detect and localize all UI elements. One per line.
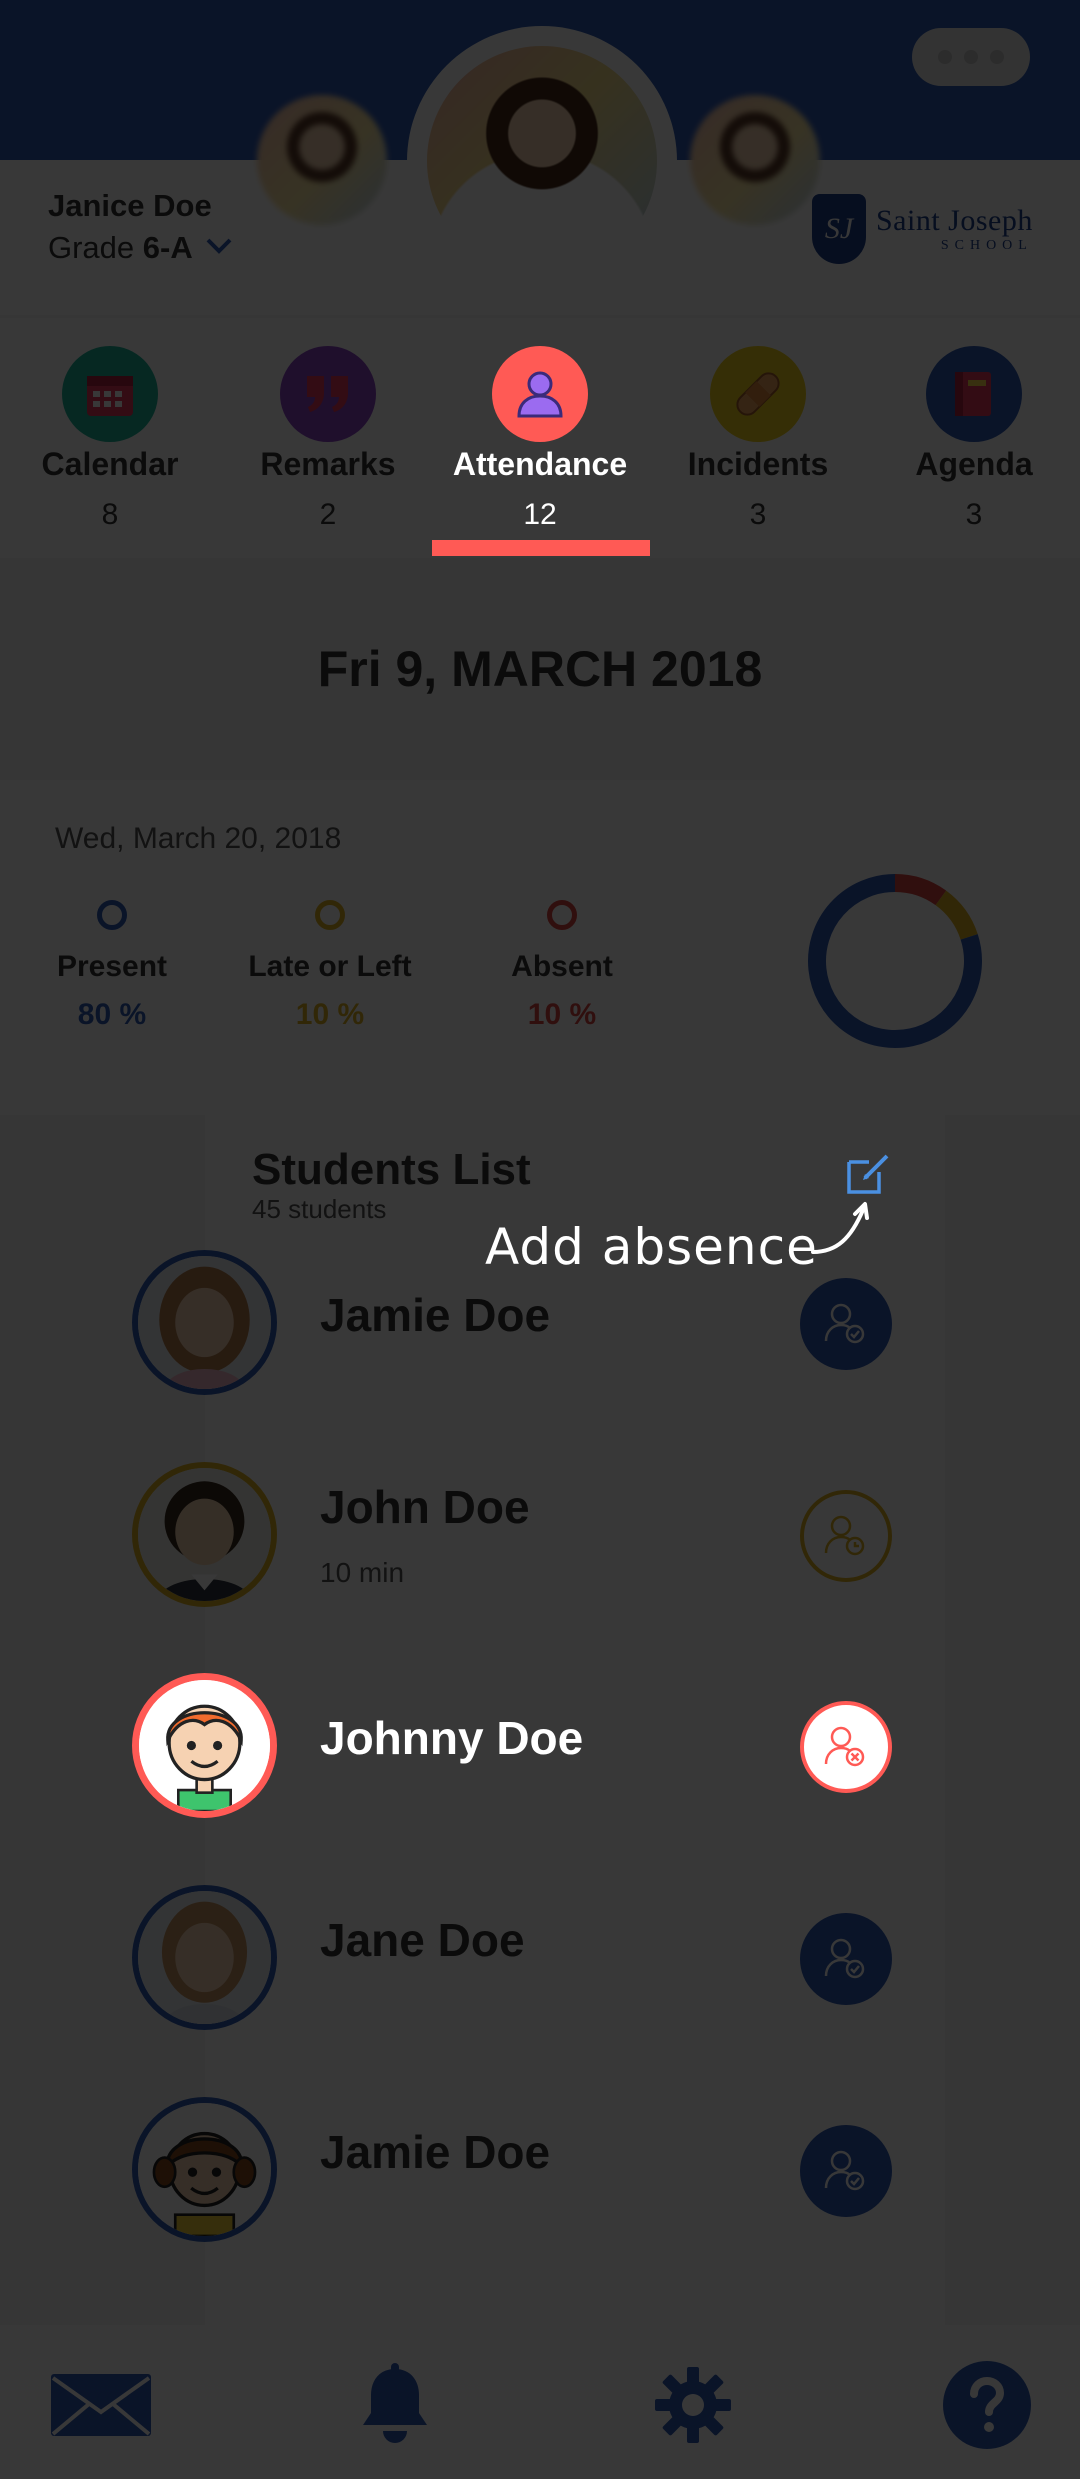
student-avatar [132, 1462, 277, 1607]
mail-icon [51, 2374, 151, 2436]
hint-arrow-icon [811, 1202, 869, 1254]
absent-legend-icon [547, 900, 577, 930]
student-row[interactable]: Jane Doe [132, 1885, 932, 2035]
quote-icon [280, 346, 376, 442]
school-shield-icon: SJ [812, 194, 866, 264]
student-row[interactable]: Jamie Doe [132, 2097, 932, 2247]
tab-count: 8 [101, 498, 119, 531]
absent-status-icon [824, 1726, 865, 1767]
attendance-donut-chart [808, 874, 982, 1048]
present-legend-icon [97, 900, 127, 930]
more-dots-icon [938, 50, 952, 64]
student-row-highlighted[interactable]: Johnny Doe [132, 1673, 932, 1823]
settings-button[interactable] [638, 2360, 748, 2450]
students-count: 45 students [252, 1194, 387, 1224]
student-name: Johnny Doe [320, 1712, 584, 1764]
teacher-name: Janice Doe [48, 188, 212, 223]
students-list-title: Students List [252, 1145, 531, 1194]
person-icon [492, 346, 588, 442]
messages-button[interactable] [46, 2360, 156, 2450]
notifications-button[interactable] [340, 2360, 450, 2450]
tab-count: 2 [319, 498, 337, 531]
tab-label: Calendar [41, 446, 179, 482]
student-avatar [132, 1885, 277, 2030]
bell-icon [363, 2363, 427, 2443]
category-tabs: Calendar 8 Remarks 2 Attendance 12 Incid… [0, 318, 1080, 558]
stat-late: Late or Left 10 % [230, 900, 430, 1032]
tab-label: Remarks [260, 446, 396, 482]
book-icon [926, 346, 1022, 442]
student-name: John Doe [320, 1481, 530, 1533]
more-options-button[interactable] [912, 28, 1030, 86]
tab-incidents[interactable]: Incidents 3 [650, 318, 866, 558]
student-name: Jamie Doe [320, 1289, 551, 1341]
tab-count: 3 [965, 498, 983, 531]
date-heading: Fri 9, MARCH 2018 [317, 641, 763, 697]
stat-label: Absent [511, 950, 613, 983]
school-subtitle: SCHOOL [940, 238, 1033, 253]
edit-icon [847, 1154, 889, 1194]
tab-label: Attendance [452, 446, 628, 482]
late-duration: 10 min [320, 1557, 405, 1588]
stats-date: Wed, March 20, 2018 [55, 822, 342, 855]
school-logo: SJ Saint Joseph SCHOOL [812, 194, 1033, 264]
tab-count: 12 [523, 498, 557, 531]
stat-present: Present 80 % [12, 900, 212, 1032]
bandage-icon [710, 346, 806, 442]
late-legend-icon [315, 900, 345, 930]
teacher-avatar-current[interactable] [407, 26, 677, 296]
stat-value: 80 % [77, 998, 147, 1031]
present-status-icon [824, 1303, 865, 1344]
stat-value: 10 % [527, 998, 597, 1031]
student-row[interactable]: John Doe 10 min [132, 1462, 932, 1612]
student-avatar [132, 2097, 277, 2242]
tab-label: Incidents [687, 446, 829, 482]
help-button[interactable] [932, 2360, 1042, 2450]
tab-remarks[interactable]: Remarks 2 [220, 318, 436, 558]
donut-segment-absent [894, 874, 947, 906]
calendar-icon [62, 346, 158, 442]
stat-value: 10 % [295, 998, 365, 1031]
student-avatar [132, 1673, 277, 1818]
stat-absent: Absent 10 % [462, 900, 662, 1032]
attendance-status-button[interactable] [800, 1490, 892, 1582]
tab-label: Agenda [915, 446, 1033, 482]
present-status-icon [824, 2150, 865, 2191]
teacher-photo [427, 46, 657, 276]
teacher-avatar-next[interactable] [690, 95, 820, 225]
grade-selector[interactable]: Grade 6-A [48, 230, 193, 266]
grade-value: 6-A [142, 230, 193, 265]
attendance-status-button[interactable] [800, 1278, 892, 1370]
teacher-avatar-previous[interactable] [257, 95, 387, 225]
attendance-status-button[interactable] [800, 1913, 892, 2005]
settings-icon [655, 2367, 731, 2443]
attendance-status-button[interactable] [800, 1701, 892, 1793]
school-name: Saint Joseph [876, 204, 1033, 237]
bottom-navigation [0, 2325, 1080, 2479]
donut-segment-late [935, 890, 978, 941]
tab-agenda[interactable]: Agenda 3 [866, 318, 1080, 558]
tab-attendance[interactable]: Attendance 12 [432, 318, 648, 558]
attendance-status-button[interactable] [800, 2125, 892, 2217]
active-tab-indicator [432, 540, 650, 556]
tab-count: 3 [749, 498, 767, 531]
late-status-icon [824, 1515, 865, 1556]
stat-label: Late or Left [248, 950, 412, 983]
student-avatar [132, 1250, 277, 1395]
add-absence-button[interactable] [843, 1148, 893, 1198]
student-name: Jane Doe [320, 1914, 525, 1966]
grade-prefix: Grade [48, 230, 135, 265]
add-absence-hint: Add absence [485, 1218, 818, 1276]
stat-label: Present [56, 950, 168, 983]
tab-calendar[interactable]: Calendar 8 [2, 318, 218, 558]
student-name: Jamie Doe [320, 2126, 551, 2178]
present-status-icon [824, 1938, 865, 1979]
help-icon [943, 2361, 1031, 2449]
chevron-down-icon[interactable] [205, 236, 233, 256]
